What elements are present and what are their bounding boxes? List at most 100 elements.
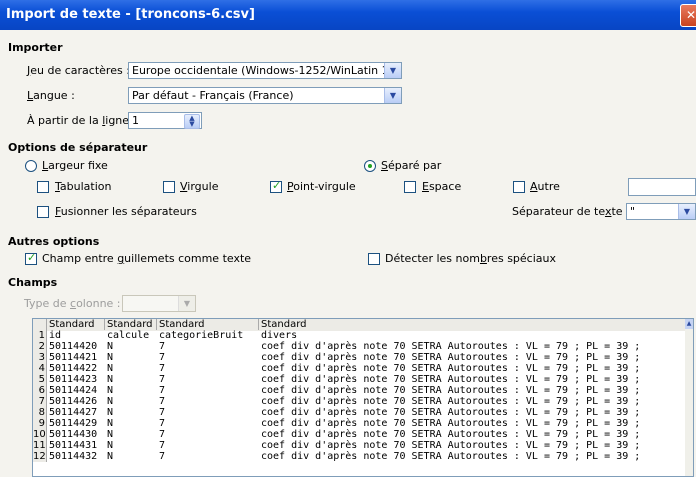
table-cell: 50114421 <box>49 352 98 363</box>
other-label[interactable]: Autre <box>530 180 560 193</box>
table-cell: 50114426 <box>49 396 98 407</box>
close-button[interactable]: ✕ <box>680 4 696 27</box>
charset-value: Europe occidentale (Windows-1252/WinLati… <box>132 64 393 77</box>
merge-separators-label[interactable]: Fusionner les séparateurs <box>55 205 197 218</box>
column-header[interactable]: Standard <box>157 319 259 330</box>
spin-arrows-icon[interactable]: ▲ ▼ <box>184 114 200 129</box>
table-cell: 7 <box>159 363 166 374</box>
check-icon: ✓ <box>27 251 37 264</box>
table-cell: N <box>107 407 114 418</box>
tab-label[interactable]: Tabulation <box>55 180 111 193</box>
from-line-stepper[interactable]: 1 ▲ ▼ <box>128 112 202 129</box>
column-type-label: Type de colonne : <box>24 297 121 310</box>
special-numbers-checkbox[interactable] <box>368 253 380 265</box>
table-cell: N <box>107 396 114 407</box>
table-cell: 7 <box>159 352 166 363</box>
table-cell: N <box>107 341 114 352</box>
table-cell: 50114427 <box>49 407 98 418</box>
quoted-as-text-label[interactable]: Champ entre guillemets comme texte <box>42 252 251 265</box>
special-numbers-label[interactable]: Détecter les nombres spéciaux <box>385 252 556 265</box>
table-cell: 7 <box>159 374 166 385</box>
title-bar: Import de texte - [troncons-6.csv] ✕ <box>0 0 696 30</box>
row-number: 11 <box>33 440 47 451</box>
language-select[interactable]: Par défaut - Français (France) ▼ <box>128 87 402 104</box>
table-cell: N <box>107 363 114 374</box>
tab-checkbox[interactable] <box>37 181 49 193</box>
from-line-label: À partir de la ligne : <box>27 114 137 127</box>
table-cell: N <box>107 440 114 451</box>
comma-label[interactable]: Virgule <box>180 180 218 193</box>
table-cell: 7 <box>159 451 166 462</box>
semicolon-label[interactable]: Point-virgule <box>287 180 356 193</box>
space-checkbox[interactable] <box>404 181 416 193</box>
table-cell: 50114423 <box>49 374 98 385</box>
from-line-value: 1 <box>132 114 139 127</box>
table-cell: coef div d'après note 70 SETRA Autoroute… <box>261 385 641 396</box>
row-number: 5 <box>33 374 47 385</box>
table-cell: coef div d'après note 70 SETRA Autoroute… <box>261 363 641 374</box>
scroll-up-icon[interactable]: ▲ <box>685 319 693 329</box>
space-label[interactable]: Espace <box>422 180 461 193</box>
charset-select[interactable]: Europe occidentale (Windows-1252/WinLati… <box>128 62 402 79</box>
chevron-down-icon[interactable]: ▼ <box>384 88 401 103</box>
merge-separators-checkbox[interactable] <box>37 206 49 218</box>
table-cell: coef div d'après note 70 SETRA Autoroute… <box>261 352 641 363</box>
row-number: 3 <box>33 352 47 363</box>
chevron-down-icon[interactable]: ▼ <box>678 204 695 219</box>
table-cell: 50114432 <box>49 451 98 462</box>
vertical-scrollbar[interactable]: ▲ <box>685 319 693 476</box>
table-cell: 7 <box>159 407 166 418</box>
preview-table[interactable]: Standard Standard Standard Standard 1 id c… <box>32 318 694 477</box>
row-number: 10 <box>33 429 47 440</box>
table-cell: 50114429 <box>49 418 98 429</box>
separated-by-radio[interactable] <box>364 160 376 172</box>
table-cell: coef div d'après note 70 SETRA Autoroute… <box>261 440 641 451</box>
table-cell: 7 <box>159 440 166 451</box>
table-cell: N <box>107 418 114 429</box>
table-cell: coef div d'après note 70 SETRA Autoroute… <box>261 418 641 429</box>
other-checkbox[interactable] <box>513 181 525 193</box>
other-separator-input[interactable] <box>628 178 696 196</box>
table-cell: calcule <box>107 330 150 341</box>
table-cell: 7 <box>159 396 166 407</box>
table-cell: 50114430 <box>49 429 98 440</box>
fixed-width-label[interactable]: Largeur fixe <box>42 159 108 172</box>
separator-options-header: Options de séparateur <box>8 141 148 154</box>
text-separator-select[interactable]: " ▼ <box>626 203 696 220</box>
charset-label: Jeu de caractères : <box>27 64 130 77</box>
table-cell: 50114420 <box>49 341 98 352</box>
text-separator-label: Séparateur de texte : <box>512 205 630 218</box>
language-label: Langue : <box>27 89 75 102</box>
row-number: 4 <box>33 363 47 374</box>
table-cell: 50114422 <box>49 363 98 374</box>
fields-header: Champs <box>8 276 58 289</box>
window-title: Import de texte - [troncons-6.csv] <box>6 7 255 22</box>
table-cell: id <box>49 330 62 341</box>
column-header[interactable]: Standard <box>259 319 687 330</box>
table-cell: 7 <box>159 418 166 429</box>
row-number: 9 <box>33 418 47 429</box>
table-cell: divers <box>261 330 298 341</box>
column-type-select[interactable]: ▼ <box>122 295 196 312</box>
semicolon-checkbox[interactable]: ✓ <box>270 179 282 193</box>
row-number: 6 <box>33 385 47 396</box>
row-number: 8 <box>33 407 47 418</box>
table-cell: coef div d'après note 70 SETRA Autoroute… <box>261 374 641 385</box>
chevron-down-icon[interactable]: ▼ <box>178 296 195 311</box>
separated-by-label[interactable]: Séparé par <box>381 159 441 172</box>
comma-checkbox[interactable] <box>163 181 175 193</box>
table-cell: N <box>107 374 114 385</box>
chevron-down-icon[interactable]: ▼ <box>384 63 401 78</box>
column-header[interactable]: Standard <box>47 319 105 330</box>
column-header[interactable]: Standard <box>105 319 157 330</box>
other-options-header: Autres options <box>8 235 100 248</box>
table-cell: 7 <box>159 341 166 352</box>
table-cell: 50114424 <box>49 385 98 396</box>
table-cell: coef div d'après note 70 SETRA Autoroute… <box>261 429 641 440</box>
table-cell: coef div d'après note 70 SETRA Autoroute… <box>261 341 641 352</box>
quoted-as-text-checkbox[interactable]: ✓ <box>25 251 37 265</box>
table-cell: 7 <box>159 385 166 396</box>
row-number: 12 <box>33 451 47 462</box>
fixed-width-radio[interactable] <box>25 160 37 172</box>
table-cell: N <box>107 429 114 440</box>
